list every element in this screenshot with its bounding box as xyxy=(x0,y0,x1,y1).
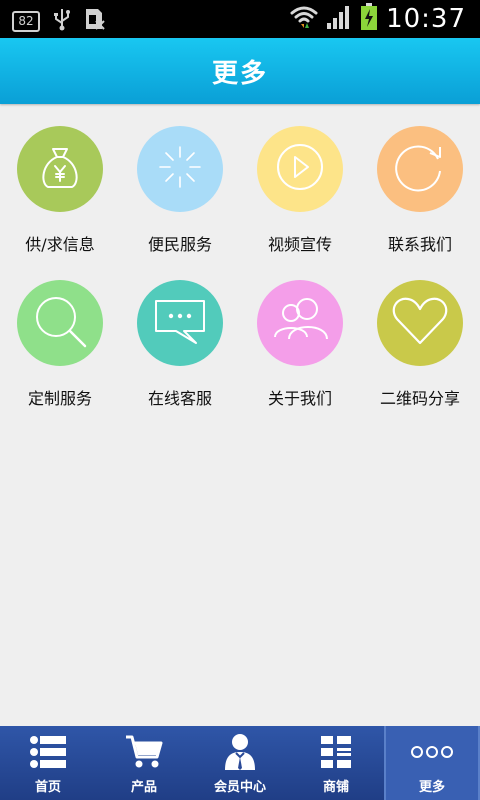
feature-grid: 供/求信息 便民服务 视频宣传 联系我们 定制服务 在线客服 关于我们 二维码分… xyxy=(0,126,480,409)
play-icon-circle xyxy=(257,126,343,212)
list-icon xyxy=(30,734,66,770)
battery-level-icon: 82 xyxy=(12,10,40,32)
more-dots-icon xyxy=(410,734,454,770)
grid-item-contact-us[interactable]: 联系我们 xyxy=(360,126,480,255)
loading-spinner-icon-circle xyxy=(137,126,223,212)
nav-label: 商铺 xyxy=(322,780,349,795)
nav-label: 会员中心 xyxy=(213,780,266,795)
grid-item-qr-share[interactable]: 二维码分享 xyxy=(360,280,480,409)
battery-charging-icon xyxy=(360,3,378,35)
status-bar-left: 82 xyxy=(12,7,106,35)
grid-item-about-us[interactable]: 关于我们 xyxy=(240,280,360,409)
header-bar: 更多 xyxy=(0,38,480,104)
play-icon xyxy=(272,139,328,199)
nav-item-shops[interactable]: 商铺 xyxy=(288,726,384,800)
grid-item-label: 关于我们 xyxy=(267,389,332,408)
grid-list-icon xyxy=(321,734,351,770)
grid-item-supply-demand[interactable]: 供/求信息 xyxy=(0,126,120,255)
heart-icon xyxy=(389,293,451,353)
refresh-icon-circle xyxy=(377,126,463,212)
status-time: 10:37 xyxy=(386,4,466,34)
search-icon-circle xyxy=(17,280,103,366)
grid-item-label: 二维码分享 xyxy=(379,389,460,408)
grid-item-label: 定制服务 xyxy=(27,389,92,408)
loading-spinner-icon xyxy=(152,139,208,199)
nav-item-more[interactable]: 更多 xyxy=(384,726,480,800)
money-bag-icon-circle xyxy=(17,126,103,212)
grid-item-label: 在线客服 xyxy=(147,389,212,408)
sim-icon xyxy=(84,7,106,35)
status-bar: 82 10:37 xyxy=(0,0,480,38)
grid-item-label: 供/求信息 xyxy=(25,235,95,254)
refresh-icon xyxy=(390,137,450,201)
grid-item-custom-service[interactable]: 定制服务 xyxy=(0,280,120,409)
status-bar-right: 10:37 xyxy=(290,2,466,36)
money-bag-icon xyxy=(32,139,88,199)
signal-icon xyxy=(326,4,352,34)
users-icon-circle xyxy=(257,280,343,366)
nav-label: 首页 xyxy=(34,780,61,795)
chat-icon-circle xyxy=(137,280,223,366)
grid-item-convenience-services[interactable]: 便民服务 xyxy=(120,126,240,255)
grid-item-label: 便民服务 xyxy=(147,235,212,254)
cart-icon xyxy=(125,734,163,770)
grid-item-online-service[interactable]: 在线客服 xyxy=(120,280,240,409)
member-icon xyxy=(223,734,257,770)
grid-item-label: 联系我们 xyxy=(387,235,452,254)
users-icon xyxy=(269,293,331,353)
nav-item-member-center[interactable]: 会员中心 xyxy=(192,726,288,800)
usb-icon xyxy=(52,7,72,35)
nav-label: 产品 xyxy=(130,780,157,795)
heart-icon-circle xyxy=(377,280,463,366)
nav-item-home[interactable]: 首页 xyxy=(0,726,96,800)
grid-item-video-promo[interactable]: 视频宣传 xyxy=(240,126,360,255)
wifi-icon xyxy=(290,4,318,34)
grid-item-label: 视频宣传 xyxy=(267,235,332,254)
bottom-nav: 首页 产品 会员中心 商铺 更多 xyxy=(0,726,480,800)
nav-label: 更多 xyxy=(418,780,445,795)
page-title: 更多 xyxy=(211,58,268,89)
nav-item-products[interactable]: 产品 xyxy=(96,726,192,800)
chat-icon xyxy=(150,293,210,353)
search-icon xyxy=(29,290,91,356)
